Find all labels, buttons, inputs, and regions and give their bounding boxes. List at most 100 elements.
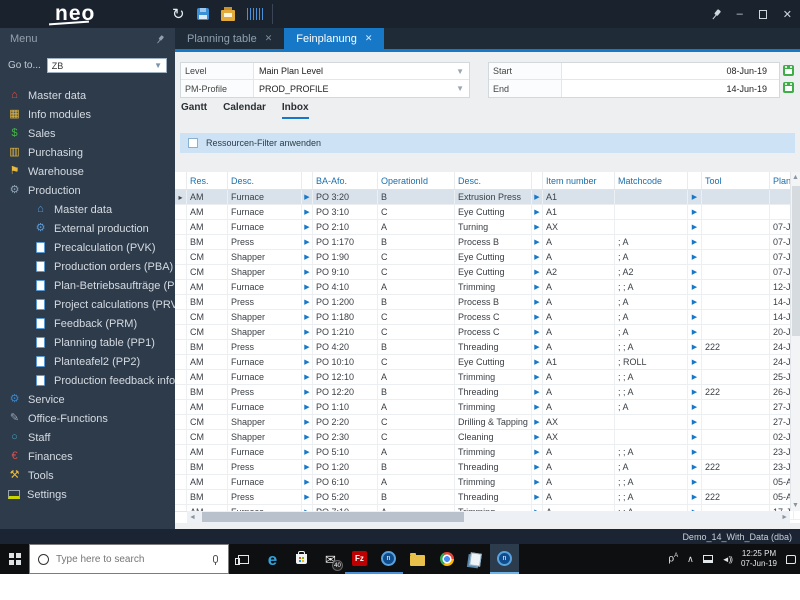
- resource-filter-checkbox[interactable]: [188, 138, 198, 148]
- table-row[interactable]: AM Furnace ▶ PO 4:10 A Trimming ▶ A; ; A ▶ 12-J: [175, 280, 800, 295]
- horizontal-scroll-thumb[interactable]: [202, 512, 464, 522]
- column-header-tool[interactable]: Tool: [702, 172, 770, 189]
- drilldown-arrow-icon[interactable]: ▶: [688, 445, 702, 459]
- store-button[interactable]: [287, 544, 316, 574]
- drilldown-arrow-icon[interactable]: ▶: [532, 445, 543, 459]
- calendar-icon[interactable]: [783, 82, 794, 93]
- edge-button[interactable]: e: [258, 544, 287, 574]
- save-icon[interactable]: [196, 8, 209, 20]
- chevron-down-icon[interactable]: ▼: [456, 84, 464, 93]
- sidebar-item-sales[interactable]: $ Sales: [0, 124, 175, 143]
- speaker-icon[interactable]: ◄)): [722, 555, 733, 564]
- drilldown-arrow-icon[interactable]: ▶: [302, 190, 313, 204]
- people-icon[interactable]: ρA: [668, 553, 678, 564]
- notification-icon[interactable]: [786, 554, 796, 564]
- column-header-operationid[interactable]: OperationId: [378, 172, 455, 189]
- drilldown-arrow-icon[interactable]: ▶: [302, 235, 313, 249]
- column-header-res[interactable]: Res.: [187, 172, 228, 189]
- pm-profile-select[interactable]: PROD_PROFILE ▼: [254, 80, 469, 97]
- drilldown-arrow-icon[interactable]: ▶: [302, 355, 313, 369]
- table-row[interactable]: CM Shapper ▶ PO 9:10 C Eye Cutting ▶ A2; A2 ▶ 07-…: [175, 265, 800, 280]
- drilldown-arrow-icon[interactable]: ▶: [532, 220, 543, 234]
- drilldown-arrow-icon[interactable]: ▶: [532, 295, 543, 309]
- drilldown-arrow-icon[interactable]: ▶: [688, 280, 702, 294]
- subtab-inbox[interactable]: Inbox: [281, 102, 309, 119]
- sidebar-item-plan-betriebsauftr-ge-ppl[interactable]: Plan-Betriebsaufträge (PPL): [0, 276, 175, 295]
- column-header-item-number[interactable]: Item number: [543, 172, 615, 189]
- filezilla-button[interactable]: Fz: [345, 544, 374, 574]
- scroll-up-icon[interactable]: ▲: [791, 174, 800, 181]
- end-date-field[interactable]: 14-Jun-19: [562, 80, 779, 97]
- level-select[interactable]: Main Plan Level ▼: [254, 63, 469, 79]
- drilldown-arrow-icon[interactable]: ▶: [532, 235, 543, 249]
- scroll-down-icon[interactable]: ▼: [791, 502, 800, 509]
- table-row[interactable]: AM Furnace ▶ PO 2:10 A Turning ▶ AX ▶ 07-J: [175, 220, 800, 235]
- close-tab-icon[interactable]: ✕: [365, 33, 373, 44]
- taskbar-search[interactable]: [29, 544, 229, 574]
- taskbar-clock[interactable]: 12:25 PM 07-Jun-19: [741, 549, 777, 569]
- table-row[interactable]: AM Furnace ▶ PO 6:10 A Trimming ▶ A; ; A ▶ 05-A: [175, 475, 800, 490]
- drilldown-arrow-icon[interactable]: ▶: [302, 430, 313, 444]
- task-view-button[interactable]: [229, 544, 258, 574]
- column-header-matchcode[interactable]: Matchcode: [615, 172, 688, 189]
- horizontal-scrollbar[interactable]: ◄ ►: [187, 511, 790, 523]
- drilldown-arrow-icon[interactable]: ▶: [688, 235, 702, 249]
- scroll-left-icon[interactable]: ◄: [187, 514, 196, 521]
- scroll-right-icon[interactable]: ►: [781, 514, 788, 521]
- drilldown-arrow-icon[interactable]: ▶: [688, 490, 702, 504]
- subtab-gantt[interactable]: Gantt: [181, 102, 207, 119]
- neo-app-button[interactable]: n: [374, 544, 403, 574]
- refresh-icon[interactable]: ↻: [172, 7, 185, 22]
- drilldown-arrow-icon[interactable]: ▶: [532, 430, 543, 444]
- sidebar-item-production-feedback-info-pirm[interactable]: Production feedback info (PIRM): [0, 371, 175, 390]
- column-header-blank[interactable]: [302, 172, 313, 189]
- table-row[interactable]: CM Shapper ▶ PO 1:180 C Process C ▶ A; A ▶ 14-J: [175, 310, 800, 325]
- drilldown-arrow-icon[interactable]: ▶: [688, 205, 702, 219]
- close-tab-icon[interactable]: ✕: [265, 33, 273, 44]
- drilldown-arrow-icon[interactable]: ▶: [532, 355, 543, 369]
- print-icon[interactable]: [220, 6, 235, 21]
- table-row[interactable]: CM Shapper ▶ PO 1:210 C Process C ▶ A; A ▶ 20-J: [175, 325, 800, 340]
- sidebar-item-master-data[interactable]: ⌂ Master data: [0, 200, 175, 219]
- drilldown-arrow-icon[interactable]: ▶: [302, 265, 313, 279]
- drilldown-arrow-icon[interactable]: ▶: [688, 385, 702, 399]
- drilldown-arrow-icon[interactable]: ▶: [532, 475, 543, 489]
- drilldown-arrow-icon[interactable]: ▶: [302, 400, 313, 414]
- sidebar-item-external-production[interactable]: ⚙ External production: [0, 219, 175, 238]
- drilldown-arrow-icon[interactable]: ▶: [688, 400, 702, 414]
- table-row[interactable]: ▸ AM Furnace ▶ PO 3:20 B Extrusion Press ▶ A1 ▶: [175, 190, 800, 205]
- tab-planning-table[interactable]: Planning table ✕: [175, 28, 284, 49]
- table-row[interactable]: AM Furnace ▶ PO 12:10 A Trimming ▶ A; ; A ▶ 25-J: [175, 370, 800, 385]
- drilldown-arrow-icon[interactable]: ▶: [302, 445, 313, 459]
- start-date-field[interactable]: 08-Jun-19: [562, 63, 779, 79]
- drilldown-arrow-icon[interactable]: ▶: [532, 265, 543, 279]
- sidebar-item-staff[interactable]: ○ Staff: [0, 428, 175, 447]
- drilldown-arrow-icon[interactable]: ▶: [302, 325, 313, 339]
- neo-app-button-active[interactable]: n: [490, 544, 519, 574]
- table-row[interactable]: BM Press ▶ PO 1:20 B Threading ▶ A; A ▶ 222 23-J: [175, 460, 800, 475]
- drilldown-arrow-icon[interactable]: ▶: [302, 280, 313, 294]
- drilldown-arrow-icon[interactable]: ▶: [688, 295, 702, 309]
- drilldown-arrow-icon[interactable]: ▶: [302, 250, 313, 264]
- sidebar-item-settings[interactable]: Settings: [0, 485, 175, 504]
- notepad-button[interactable]: [461, 544, 490, 574]
- drilldown-arrow-icon[interactable]: ▶: [688, 415, 702, 429]
- drilldown-arrow-icon[interactable]: ▶: [688, 355, 702, 369]
- sidebar-item-finances[interactable]: € Finances: [0, 447, 175, 466]
- drilldown-arrow-icon[interactable]: ▶: [302, 220, 313, 234]
- close-icon[interactable]: ✕: [783, 8, 792, 21]
- drilldown-arrow-icon[interactable]: ▶: [532, 310, 543, 324]
- column-header-desc[interactable]: Desc.: [228, 172, 302, 189]
- column-header-blank[interactable]: [688, 172, 702, 189]
- goto-combobox[interactable]: ZB ▼: [46, 58, 167, 73]
- drilldown-arrow-icon[interactable]: ▶: [688, 460, 702, 474]
- drilldown-arrow-icon[interactable]: ▶: [688, 265, 702, 279]
- table-row[interactable]: CM Shapper ▶ PO 2:20 C Drilling & Tapping ▶ AX ▶…: [175, 415, 800, 430]
- sidebar-item-office-functions[interactable]: ✎ Office-Functions: [0, 409, 175, 428]
- drilldown-arrow-icon[interactable]: ▶: [688, 370, 702, 384]
- sidebar-item-master-data[interactable]: ⌂ Master data: [0, 86, 175, 105]
- drilldown-arrow-icon[interactable]: ▶: [532, 205, 543, 219]
- table-row[interactable]: BM Press ▶ PO 4:20 B Threading ▶ A; ; A ▶ 222 24-J: [175, 340, 800, 355]
- sidebar-item-production[interactable]: ⚙ Production: [0, 181, 175, 200]
- drilldown-arrow-icon[interactable]: ▶: [532, 385, 543, 399]
